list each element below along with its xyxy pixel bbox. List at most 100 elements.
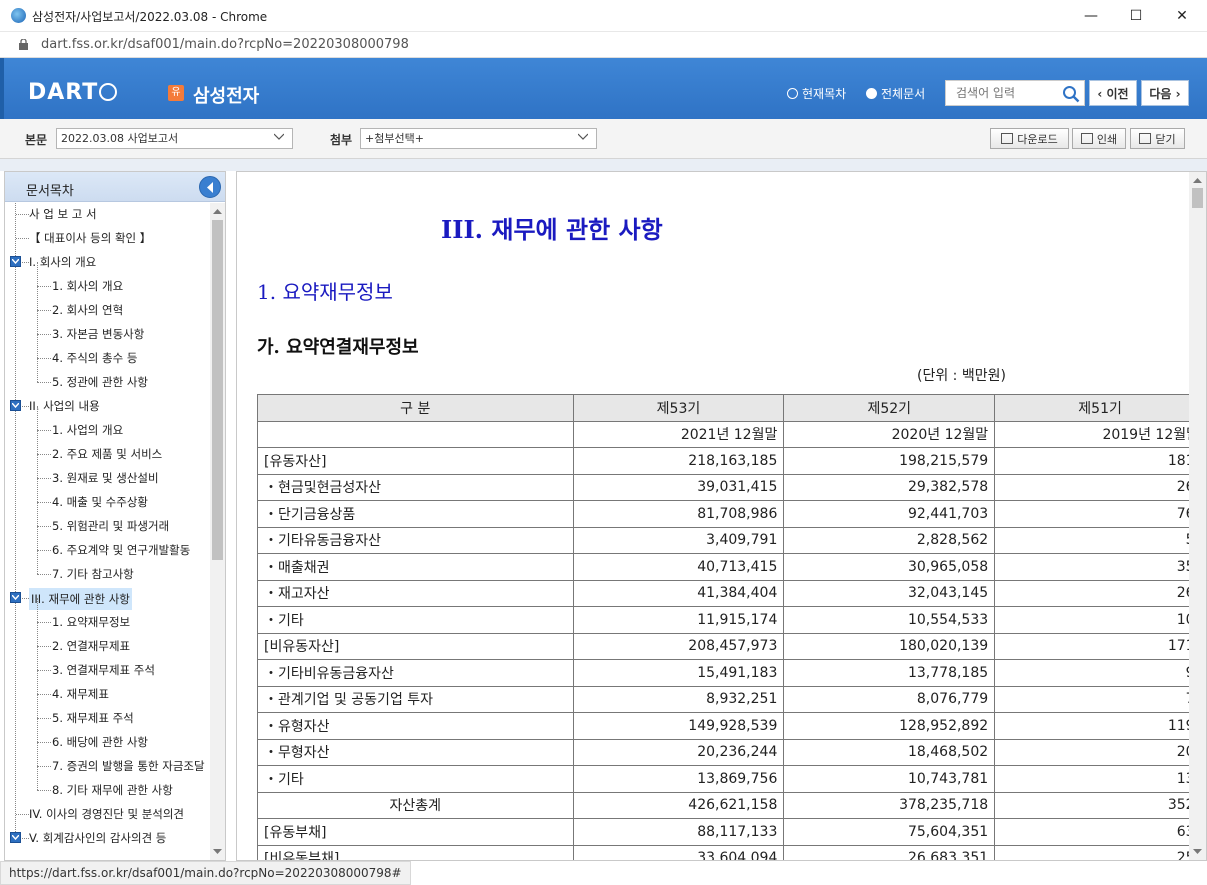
toc-item-label: V. 회계감사인의 감사의견 등 [29,831,167,845]
table-row: ・기타비유동금융자산15,491,18313,778,1859, [257,659,1206,687]
value-cell: 26, [994,579,1206,607]
tree-connector [37,406,38,430]
value-cell: 378,235,718 [783,791,996,819]
radio-icon [866,88,877,99]
toc-tree: 사 업 보 고 서 【 대표이사 등의 확인 】 I. 회사의 개요 1. 회사의 개… [5,203,211,860]
toc-item-label: 5. 재무제표 주석 [52,711,134,725]
row-label-cell: ・기타 [257,606,574,634]
search-input[interactable] [946,81,1056,105]
value-cell: 149,928,539 [572,712,785,740]
toc-item-label: 2. 주요 제품 및 서비스 [52,447,163,461]
toc-item-label: 5. 정관에 관한 사항 [52,375,148,389]
row-label-cell: ・관계기업 및 공동기업 투자 [257,685,574,713]
value-cell: 13,778,185 [783,659,996,687]
minimize-button[interactable]: — [1068,0,1114,32]
row-label-cell: ・기타비유동금융자산 [257,659,574,687]
tree-connector [37,670,38,694]
tree-connector [37,310,38,334]
table-row: ・유형자산 149,928,539 128,952,892 119, [257,712,1206,740]
tree-connector [37,622,51,623]
expand-toggle-icon[interactable] [10,592,21,603]
value-cell: 81,708,986 [572,500,785,528]
value-cell: 352, [994,791,1206,819]
radio-all-label: 전체문서 [881,87,926,101]
value-cell: 2019년 12월말 [994,420,1206,448]
table-row: ・현금및현금성자산 39,031,415 29,382,578 26, [257,473,1206,501]
tree-connector [37,550,51,551]
dart-logo[interactable]: DART [28,80,118,105]
collapse-sidebar-button[interactable] [199,176,221,198]
financial-summary-table: 구 분 제53기 제52기 제51기 2021년 12월말 2020년 12월말 2019년… [257,394,1206,860]
row-label-cell [257,420,574,448]
value-cell: 63, [994,818,1206,846]
value-cell: 30,965,058 [783,553,996,581]
radio-all-document[interactable]: 전체문서 [866,85,925,102]
toc-item-label: 7. 기타 참고사항 [52,567,134,581]
tree-connector [16,214,29,215]
maximize-button[interactable]: ☐ [1113,0,1159,32]
url-text[interactable]: dart.fss.or.kr/dsaf001/main.do?rcpNo=202… [41,37,409,52]
tree-connector [37,334,38,358]
expand-toggle-icon[interactable] [10,256,21,267]
address-bar[interactable]: dart.fss.or.kr/dsaf001/main.do?rcpNo=202… [0,32,1207,58]
tree-connector [37,478,38,502]
expand-toggle-icon[interactable] [10,832,21,843]
tree-connector [37,430,38,454]
dart-header: DART 유 삼성전자 현재목차 전체문서 ‹ 이전 다음 › [0,58,1207,119]
toc-scrollbar[interactable] [210,203,225,860]
header-divider [0,159,1207,171]
tree-connector [37,646,51,647]
tree-connector [22,262,29,263]
scroll-up-arrow-icon[interactable] [213,207,222,216]
scroll-down-arrow-icon[interactable] [1193,847,1202,856]
value-cell: 2021년 12월말 [572,420,785,448]
value-cell: 8,076,779 [783,685,996,713]
value-cell: 3,409,791 [572,526,785,554]
toc-item-label: III. 재무에 관한 사항 [29,588,132,610]
scroll-up-arrow-icon[interactable] [1193,176,1202,185]
radio-current-toc[interactable]: 현재목차 [787,85,846,102]
main-doc-select[interactable]: 2022.03.08 사업보고서 [56,128,293,149]
tree-connector [22,406,29,407]
expand-toggle-icon[interactable] [10,400,21,411]
tree-connector [37,742,38,766]
toc-item-label: 2. 회사의 연혁 [52,303,124,317]
tree-connector [22,598,29,599]
toc-scroll-thumb[interactable] [212,220,223,560]
tree-connector [15,203,16,840]
content-scrollbar[interactable] [1189,172,1206,860]
table-row: [비유동부채] 33,604,094 26,683,351 25, [257,844,1206,860]
table-row: ・기타 13,869,756 10,743,781 13, [257,765,1206,793]
value-cell: 13, [994,765,1206,793]
tree-connector [37,718,51,719]
value-cell: 15,491,183 [572,659,785,687]
chevron-left-icon [207,182,213,193]
prev-button[interactable]: ‹ 이전 [1089,80,1137,106]
tree-connector [37,694,38,718]
value-cell: 88,117,133 [572,818,785,846]
close-doc-button[interactable]: 닫기 [1130,128,1185,149]
row-label-cell: [유동자산] [257,447,574,475]
table-row: ・매출채권 40,713,415 30,965,058 35, [257,553,1206,581]
search-icon[interactable] [1062,85,1080,103]
tree-connector [37,478,51,479]
toc-item-label: 3. 자본금 변동사항 [52,327,145,341]
scroll-down-arrow-icon[interactable] [213,847,222,856]
row-label-cell: ・매출채권 [257,553,574,581]
tree-connector [37,262,38,286]
content-scroll-thumb[interactable] [1192,188,1203,208]
toc-item-label: 5. 위험관리 및 파생거래 [52,519,170,533]
print-button[interactable]: 인쇄 [1072,128,1126,149]
row-label-cell: ・기타유동금융자산 [257,526,574,554]
document-toolbar: 본문 2022.03.08 사업보고서 첨부 +첨부선택+ 다운로드 인쇄 닫기 [0,119,1207,159]
table-row: ・단기금융상품 81,708,986 92,441,703 76, [257,500,1206,528]
toc-item-label: 6. 배당에 관한 사항 [52,735,148,749]
attach-select[interactable]: +첨부선택+ [360,128,597,149]
chapter-heading: III. 재무에 관한 사항 [441,215,663,244]
close-window-button[interactable]: ✕ [1159,0,1205,32]
table-row: [유동자산] 218,163,185 198,215,579 181, [257,447,1206,475]
next-button[interactable]: 다음 › [1141,80,1189,106]
value-cell: 92,441,703 [783,500,996,528]
toc-item-label: 8. 기타 재무에 관한 사항 [52,783,173,797]
download-button[interactable]: 다운로드 [990,128,1069,149]
